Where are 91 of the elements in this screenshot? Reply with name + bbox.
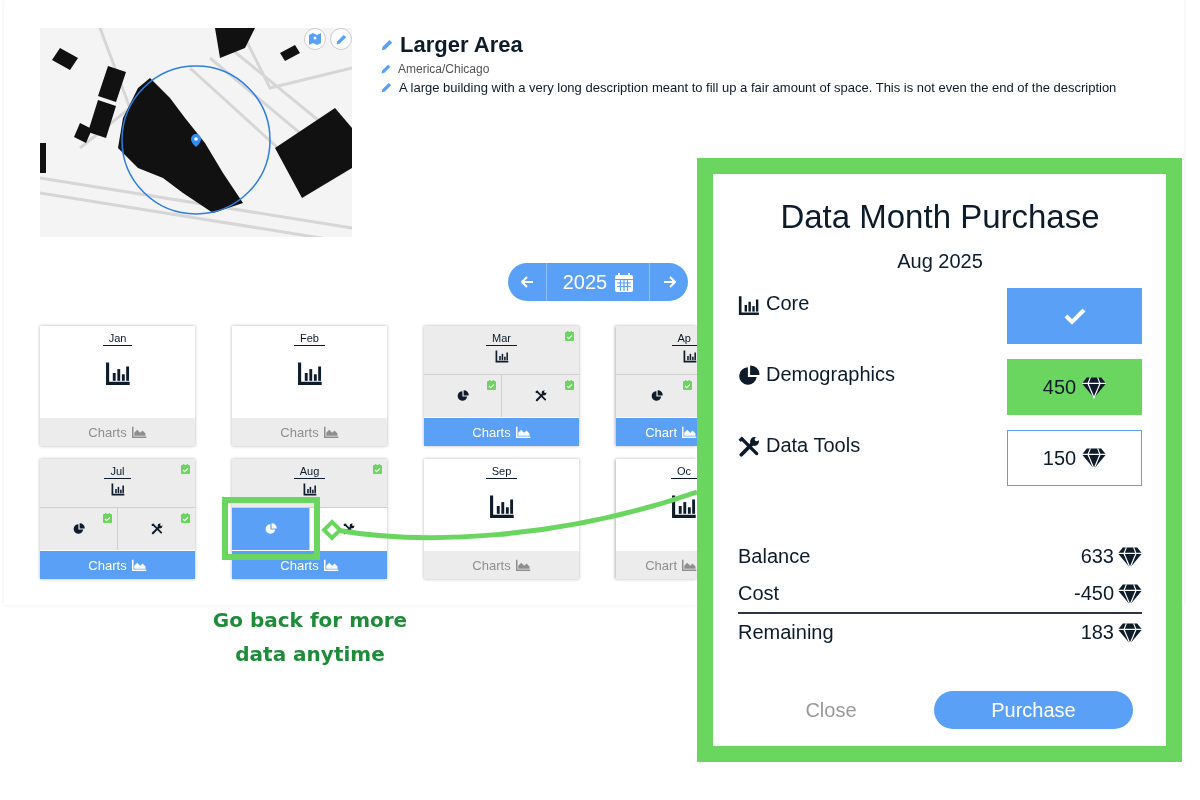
month-label: Aug: [293, 465, 326, 479]
gem-icon: [1118, 581, 1142, 606]
summary-label: Remaining: [738, 621, 834, 644]
month-label: Mar: [486, 332, 517, 346]
gem-icon: [1082, 375, 1107, 399]
gem-icon: [1118, 544, 1142, 569]
calendar-icon: [615, 272, 634, 292]
annotation-caption: Go back for more data anytime: [211, 607, 409, 668]
pencil-icon[interactable]: [380, 63, 392, 75]
area-chart-icon: [515, 559, 531, 571]
addon-tile[interactable]: [232, 508, 310, 550]
bar-chart-icon: [683, 349, 697, 363]
close-button[interactable]: Close: [776, 697, 886, 723]
bar-chart-icon: [671, 493, 697, 519]
pie-chart-icon: [738, 365, 760, 387]
charts-button[interactable]: Charts: [232, 418, 387, 446]
option-label: Demographics: [766, 363, 895, 386]
core-section[interactable]: Jul: [40, 459, 195, 508]
area-chart-icon: [682, 559, 697, 571]
calendar-check-icon: [487, 380, 496, 390]
calendar-check-icon: [181, 513, 190, 523]
area-chart-icon: [131, 559, 147, 571]
addon-tile[interactable]: [424, 375, 502, 417]
summary-value: 633: [1080, 545, 1114, 568]
month-label: Feb: [294, 332, 325, 346]
tools-icon: [738, 436, 760, 458]
bar-chart-icon: [488, 493, 515, 519]
gem-icon: [1118, 620, 1142, 645]
year-button[interactable]: 2025: [546, 263, 650, 301]
tools-icon: [534, 390, 547, 402]
month-label: Jul: [104, 465, 131, 479]
calendar-check-icon: [565, 331, 574, 341]
charts-button[interactable]: Charts: [40, 551, 195, 579]
month-label: Oc: [670, 465, 697, 479]
core-section[interactable]: Aug: [232, 459, 387, 508]
option-button[interactable]: 150: [1007, 430, 1142, 486]
area-chart-icon: [682, 426, 697, 438]
area-chart-icon: [323, 426, 339, 438]
right-arrow-icon: [662, 276, 676, 288]
charts-button[interactable]: Charts: [40, 418, 195, 446]
tools-icon: [150, 523, 163, 535]
bar-chart-icon: [104, 360, 131, 386]
bar-chart-icon: [302, 482, 317, 496]
area-chart-icon: [515, 426, 531, 438]
bar-chart-icon: [110, 482, 125, 496]
charts-button[interactable]: Chart: [616, 551, 697, 579]
pie-chart-icon: [456, 390, 469, 402]
addon-tile[interactable]: [40, 508, 118, 550]
calendar-check-icon: [565, 380, 574, 390]
left-arrow-icon: [520, 276, 534, 288]
addon-tile[interactable]: [616, 375, 697, 417]
area-chart-icon: [131, 426, 147, 438]
addon-tile[interactable]: [118, 508, 195, 550]
option-label: Data Tools: [766, 434, 861, 457]
summary-value: 183: [1080, 621, 1114, 644]
summary-label: Balance: [738, 545, 811, 568]
core-section[interactable]: Ap: [616, 326, 697, 375]
dialog-subtitle: Aug 2025: [896, 250, 984, 273]
charts-button[interactable]: Charts: [424, 418, 579, 446]
pie-chart-icon: [264, 523, 277, 535]
month-label: Ap: [671, 332, 697, 346]
bar-chart-icon: [296, 360, 323, 386]
core-section[interactable]: Mar: [424, 326, 579, 375]
month-label: Sep: [485, 465, 518, 479]
timezone-text: America/Chicago: [398, 62, 490, 76]
description-text: A large building with a very long description meant to fill up a fair amount of space. This is not even the end of the description: [399, 80, 1117, 95]
calendar-check-icon: [181, 464, 190, 474]
bar-chart-icon: [738, 294, 760, 316]
option-button[interactable]: 450: [1007, 359, 1142, 415]
month-label: Jan: [102, 332, 133, 346]
calendar-check-icon: [683, 380, 692, 390]
pencil-icon[interactable]: [380, 81, 393, 94]
option-label: Core: [766, 292, 810, 315]
gem-icon: [1082, 446, 1107, 470]
pencil-icon[interactable]: [380, 38, 394, 52]
charts-button[interactable]: Chart: [616, 418, 697, 446]
summary-value: -450: [1073, 582, 1114, 605]
dialog-title: Data Month Purchase: [779, 198, 1101, 236]
calendar-check-icon: [103, 513, 112, 523]
charts-button[interactable]: Charts: [424, 551, 579, 579]
pie-chart-icon: [72, 523, 85, 535]
place-title: Larger Area: [400, 32, 523, 58]
pie-chart-icon: [650, 390, 663, 402]
bar-chart-icon: [494, 349, 509, 363]
area-chart-icon: [323, 559, 339, 571]
check-icon: [1062, 307, 1087, 325]
purchase-button[interactable]: Purchase: [934, 691, 1133, 729]
map-icon: [308, 32, 322, 46]
summary-label: Cost: [738, 582, 780, 605]
addon-tile[interactable]: [502, 375, 579, 417]
calendar-check-icon: [373, 464, 382, 474]
